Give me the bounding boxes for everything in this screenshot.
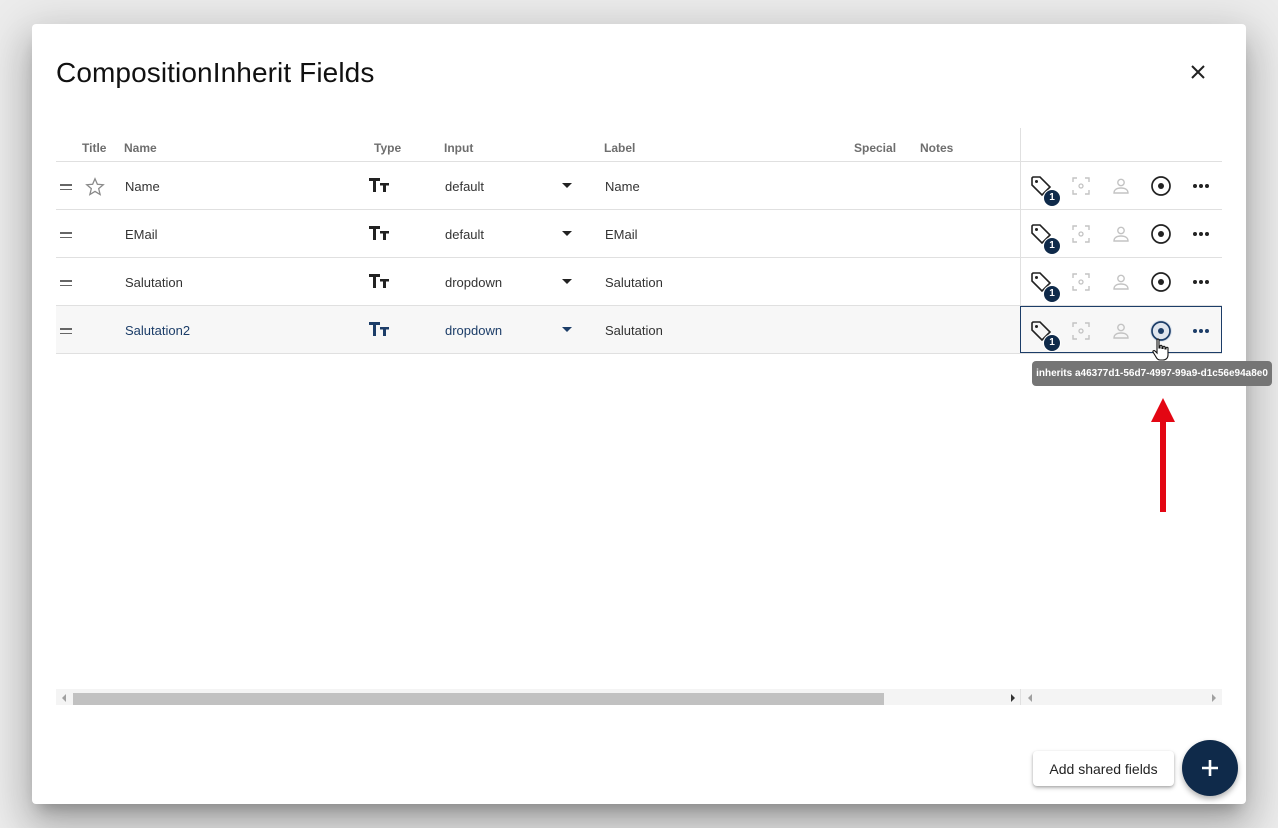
tag-count-badge: 1 [1043, 334, 1061, 352]
focus-icon[interactable] [1061, 258, 1101, 305]
fields-table: Title Name Type Input Label Special Note… [56, 128, 1222, 354]
person-icon[interactable] [1101, 258, 1141, 305]
col-input: Input [444, 141, 474, 155]
col-name: Name [124, 141, 157, 155]
input-select[interactable]: default [445, 179, 484, 194]
text-type-icon [368, 175, 390, 200]
focus-icon[interactable] [1061, 210, 1101, 257]
more-icon[interactable] [1181, 258, 1221, 305]
inherit-icon[interactable] [1141, 162, 1181, 209]
add-shared-fields-button[interactable]: Add shared fields [1033, 751, 1174, 786]
focus-icon[interactable] [1061, 307, 1101, 354]
more-icon[interactable] [1181, 210, 1221, 257]
col-notes: Notes [920, 141, 954, 155]
chevron-down-icon[interactable] [562, 183, 572, 188]
input-select[interactable]: dropdown [445, 275, 502, 290]
inherit-tooltip: inherits a46377d1-56d7-4997-99a9-d1c56e9… [1032, 361, 1272, 386]
more-icon[interactable] [1181, 307, 1221, 354]
text-type-icon [368, 271, 390, 296]
table-row-active[interactable]: Salutation2 dropdown Salutation 1 [56, 306, 1222, 354]
actions-divider [1020, 128, 1021, 161]
field-label: Salutation [605, 323, 663, 338]
inherit-icon[interactable] [1141, 210, 1181, 257]
table-row[interactable]: Name default Name 1 [56, 162, 1222, 210]
text-type-icon [368, 223, 390, 248]
field-name[interactable]: EMail [125, 227, 158, 242]
focus-icon[interactable] [1061, 162, 1101, 209]
field-name[interactable]: Name [125, 179, 160, 194]
person-icon[interactable] [1101, 162, 1141, 209]
star-icon[interactable] [84, 176, 106, 203]
col-label: Label [604, 141, 636, 155]
field-name[interactable]: Salutation [125, 275, 183, 290]
dialog-title: CompositionInherit Fields [56, 57, 375, 88]
row-actions: 1 [1020, 162, 1222, 209]
field-name[interactable]: Salutation2 [125, 323, 190, 338]
drag-handle-icon[interactable] [60, 184, 72, 190]
chevron-down-icon[interactable] [562, 327, 572, 332]
scroll-right-icon[interactable] [1011, 694, 1015, 702]
chevron-down-icon[interactable] [562, 231, 572, 236]
drag-handle-icon[interactable] [60, 328, 72, 334]
field-label: Salutation [605, 275, 663, 290]
person-icon[interactable] [1101, 307, 1141, 354]
scrollbar-thumb[interactable] [73, 693, 884, 705]
col-title: Title [82, 141, 107, 155]
col-type: Type [374, 141, 402, 155]
table-row[interactable]: Salutation dropdown Salutation 1 [56, 258, 1222, 306]
fields-dialog: CompositionInherit Fields Title Name Typ… [32, 24, 1246, 804]
tag-icon[interactable]: 1 [1021, 258, 1061, 305]
table-header: Title Name Type Input Label Special Note… [56, 128, 1222, 162]
plus-icon [1202, 760, 1218, 776]
scrollbar-divider [1020, 689, 1021, 705]
horizontal-scrollbar[interactable] [56, 689, 1222, 705]
tag-icon[interactable]: 1 [1021, 162, 1061, 209]
row-actions: 1 [1020, 306, 1222, 353]
inherit-icon[interactable] [1141, 258, 1181, 305]
annotation-arrow [1150, 398, 1176, 519]
tag-count-badge: 1 [1043, 189, 1061, 207]
field-label: EMail [605, 227, 638, 242]
input-select[interactable]: default [445, 227, 484, 242]
scroll-left-icon[interactable] [1028, 694, 1032, 702]
add-field-button[interactable] [1182, 740, 1238, 796]
input-select[interactable]: dropdown [445, 323, 502, 338]
tag-icon[interactable]: 1 [1021, 307, 1061, 354]
field-label: Name [605, 179, 640, 194]
scroll-right-icon[interactable] [1212, 694, 1216, 702]
tag-count-badge: 1 [1043, 237, 1061, 255]
table-row[interactable]: EMail default EMail 1 [56, 210, 1222, 258]
row-actions: 1 [1020, 210, 1222, 257]
text-type-icon [368, 319, 390, 344]
drag-handle-icon[interactable] [60, 232, 72, 238]
tag-icon[interactable]: 1 [1021, 210, 1061, 257]
person-icon[interactable] [1101, 210, 1141, 257]
col-special: Special [854, 141, 897, 155]
row-actions: 1 [1020, 258, 1222, 305]
drag-handle-icon[interactable] [60, 280, 72, 286]
scroll-left-icon[interactable] [62, 694, 66, 702]
tag-count-badge: 1 [1043, 285, 1061, 303]
chevron-down-icon[interactable] [562, 279, 572, 284]
close-icon[interactable] [1184, 58, 1212, 86]
more-icon[interactable] [1181, 162, 1221, 209]
